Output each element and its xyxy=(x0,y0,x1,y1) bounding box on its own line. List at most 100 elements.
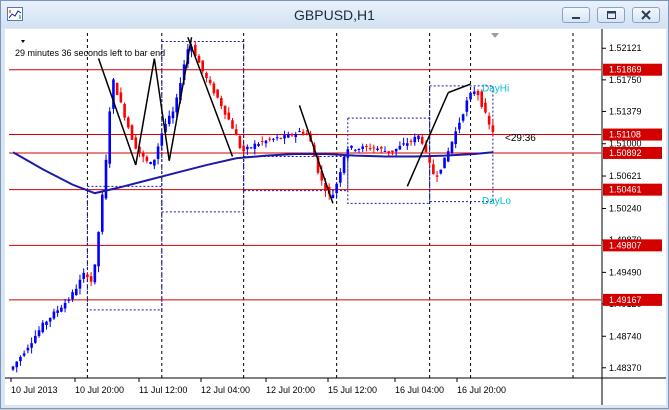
candle-body xyxy=(231,120,234,129)
price-tick-label: 1.48370 xyxy=(609,363,642,373)
candle-body xyxy=(458,122,461,130)
chart-shift-marker-icon xyxy=(491,33,499,38)
day-range-box xyxy=(429,85,494,203)
candle-body xyxy=(394,148,398,152)
candle-body xyxy=(74,288,78,296)
price-tick-label: 1.50621 xyxy=(609,171,642,181)
price-tick-label: 1.48740 xyxy=(609,331,642,341)
candle-body xyxy=(387,151,391,153)
candle-body xyxy=(335,183,338,194)
candle-body xyxy=(108,111,112,164)
candle-body xyxy=(234,129,238,136)
chart-area[interactable]: DayHi DayLo <29:36 1.52121 1.51750 1.51379 1.… xyxy=(5,29,666,405)
candle-body xyxy=(331,194,335,199)
candle-body xyxy=(149,162,152,165)
candle-body xyxy=(294,133,298,137)
candle-body xyxy=(253,143,257,149)
candle-body xyxy=(127,117,130,128)
candle-body xyxy=(15,361,19,368)
candle-body xyxy=(443,157,446,169)
time-axis: 10 Jul 2013 10 Jul 20:00 11 Jul 12:00 12 Ju… xyxy=(10,378,506,395)
candle-body xyxy=(372,147,376,149)
candle-body xyxy=(93,264,97,283)
trend-line xyxy=(168,37,193,161)
candle-body xyxy=(413,136,417,143)
candle-body xyxy=(100,194,104,232)
candle-body xyxy=(220,98,223,107)
minimize-icon xyxy=(572,17,580,19)
candle-body xyxy=(264,140,268,144)
candle-body xyxy=(205,72,208,78)
candle-body xyxy=(435,175,439,177)
title-bar[interactable]: GBPUSD,H1 xyxy=(1,1,668,28)
annotations: DayHi DayLo <29:36 xyxy=(482,84,536,207)
candle-body xyxy=(130,125,134,140)
candle-body xyxy=(406,143,409,146)
candle-body xyxy=(141,152,145,157)
candle-body xyxy=(97,231,100,267)
candle-body xyxy=(476,91,480,95)
candle-body xyxy=(86,274,89,278)
day-range-box xyxy=(243,156,349,192)
candle-body xyxy=(22,353,26,356)
candle-body xyxy=(286,134,290,138)
candle-body xyxy=(78,279,82,289)
price-level-tag-label: 1.51108 xyxy=(609,130,641,140)
candle-body xyxy=(67,299,71,301)
candle-body xyxy=(48,317,52,322)
candle-body xyxy=(30,343,33,348)
price-level-tag-label: 1.51869 xyxy=(609,65,642,75)
candle-body xyxy=(357,148,361,150)
price-tick-label: 1.51379 xyxy=(609,106,642,116)
candle-body xyxy=(71,292,74,300)
maximize-button[interactable] xyxy=(597,7,625,23)
candle-body xyxy=(272,138,275,140)
candle-body xyxy=(454,131,457,145)
candle-body xyxy=(257,143,260,146)
candle-body xyxy=(134,137,138,149)
candle-body xyxy=(19,356,22,362)
candle-body xyxy=(60,307,63,312)
close-icon xyxy=(641,10,651,20)
candle-body xyxy=(227,112,231,120)
candle-body xyxy=(439,169,443,174)
candle-body xyxy=(398,145,402,150)
candle-body xyxy=(89,276,93,282)
candle-body xyxy=(301,131,305,134)
candle-body xyxy=(409,140,413,142)
price-level-tag-label: 1.49807 xyxy=(609,240,642,250)
candle-body xyxy=(283,135,286,139)
minimize-button[interactable] xyxy=(562,7,590,23)
candle-body xyxy=(346,149,350,158)
candle-body xyxy=(420,136,424,144)
candle-body xyxy=(208,79,212,84)
candle-body xyxy=(461,114,465,121)
price-level-tag-label: 1.50892 xyxy=(609,148,642,158)
trend-line xyxy=(187,36,234,157)
time-tick-label: 16 Jul 20:00 xyxy=(457,385,506,395)
candle-body xyxy=(379,147,383,149)
moving-average-line xyxy=(12,151,493,195)
candle-body xyxy=(339,172,342,183)
candle-body xyxy=(268,138,271,140)
candle-body xyxy=(212,83,216,94)
candle-body xyxy=(391,150,394,153)
candle-body xyxy=(472,91,476,94)
price-tick-label: 1.52121 xyxy=(609,43,642,53)
annotation-label: DayLo xyxy=(482,196,511,207)
candle-body xyxy=(350,145,353,148)
time-tick-label: 15 Jul 12:00 xyxy=(328,385,377,395)
trend-line xyxy=(97,58,137,166)
candle-body xyxy=(290,134,294,136)
candle-body xyxy=(383,150,387,152)
price-chart[interactable]: DayHi DayLo <29:36 1.52121 1.51750 1.51379 1.… xyxy=(5,29,666,405)
candle-body xyxy=(104,159,108,199)
close-button[interactable] xyxy=(632,7,660,23)
candle-body xyxy=(249,147,253,149)
candle-body xyxy=(123,104,126,118)
candle-body xyxy=(153,159,156,166)
time-tick-label: 11 Jul 12:00 xyxy=(139,385,187,395)
candle-body xyxy=(484,102,487,113)
candle-body xyxy=(469,92,472,100)
chart-window: GBPUSD,H1 DayHi DayLo <29:36 1.52121 1.5175… xyxy=(0,0,669,409)
